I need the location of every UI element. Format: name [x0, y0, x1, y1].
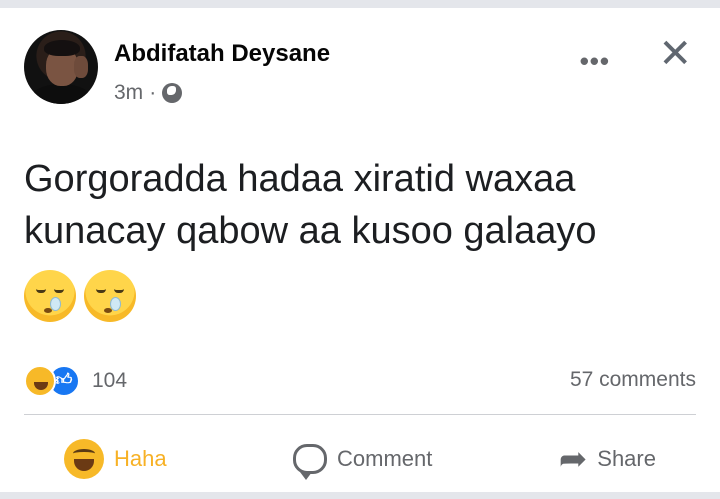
- comments-count[interactable]: 57 comments: [570, 368, 696, 392]
- globe-icon: [162, 83, 183, 103]
- reaction-summary[interactable]: 👍︎ 104: [24, 364, 127, 398]
- post-emojis: [24, 270, 136, 324]
- share-button[interactable]: ➦ Share: [559, 442, 656, 476]
- comment-button[interactable]: Comment: [293, 444, 433, 480]
- comment-label: Comment: [337, 446, 433, 471]
- sneezing-face-icon: [24, 270, 76, 322]
- share-label: Share: [597, 446, 656, 471]
- haha-label: Haha: [114, 446, 167, 471]
- post-time[interactable]: 3m: [114, 81, 143, 105]
- post-header: Abdifatah Deysane 3m · ••• ✕: [24, 28, 696, 108]
- comment-icon: [293, 444, 327, 480]
- more-options-icon[interactable]: •••: [580, 48, 610, 74]
- haha-icon: [24, 365, 56, 397]
- post-meta: 3m ·: [114, 81, 183, 105]
- haha-button[interactable]: Haha: [64, 439, 167, 479]
- post-text-line: kunacay qabow aa kusoo galaayo: [24, 210, 597, 252]
- reaction-count[interactable]: 104: [92, 369, 127, 393]
- post-card: Abdifatah Deysane 3m · ••• ✕ Gorgoradda …: [0, 8, 720, 492]
- author-name[interactable]: Abdifatah Deysane: [114, 40, 330, 68]
- close-icon[interactable]: ✕: [658, 34, 692, 74]
- sneezing-face-icon: [84, 270, 136, 322]
- divider: [24, 414, 696, 415]
- post-text: Gorgoradda hadaa xiratid waxaa kunacay q…: [24, 153, 704, 257]
- action-bar: Haha Comment ➦ Share: [24, 434, 696, 484]
- avatar[interactable]: [24, 30, 98, 104]
- share-icon: ➦: [558, 440, 588, 478]
- meta-separator: ·: [149, 81, 157, 104]
- post-text-line: Gorgoradda hadaa xiratid waxaa: [24, 158, 576, 200]
- haha-icon: [64, 439, 104, 479]
